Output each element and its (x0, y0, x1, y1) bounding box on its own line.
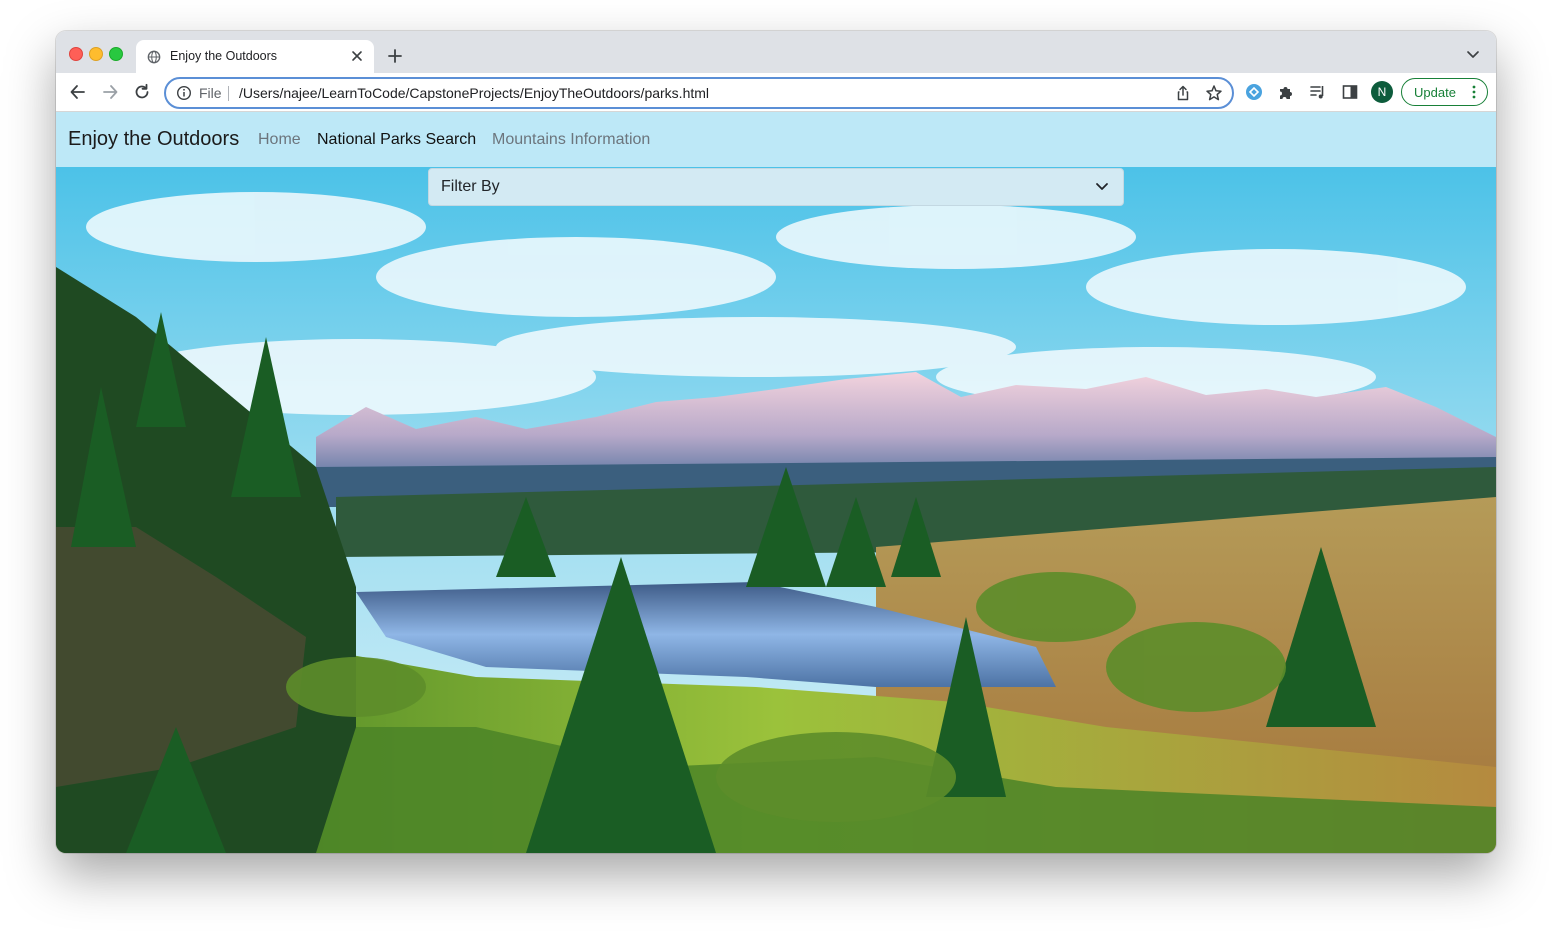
scheme-label: File (199, 85, 222, 101)
brand-link[interactable]: Enjoy the Outdoors (68, 128, 239, 151)
tab-active[interactable]: Enjoy the Outdoors (136, 40, 374, 73)
close-window-button[interactable] (69, 47, 83, 61)
browser-window: Enjoy the Outdoors File /Users/najee/Lea… (56, 31, 1496, 853)
address-bar[interactable]: File /Users/najee/LearnToCode/CapstonePr… (164, 77, 1234, 109)
plus-icon[interactable] (386, 47, 404, 65)
share-icon[interactable] (1174, 84, 1192, 102)
media-playlist-icon[interactable] (1308, 82, 1328, 102)
omnibox-divider (228, 86, 229, 101)
chevron-down-icon (1096, 183, 1108, 190)
info-icon[interactable] (176, 85, 192, 101)
forward-arrow-icon[interactable] (100, 82, 120, 102)
close-icon[interactable] (350, 49, 364, 63)
filter-by-select[interactable]: Filter By (428, 168, 1124, 206)
back-arrow-icon[interactable] (68, 82, 88, 102)
filter-selected-value: Filter By (441, 178, 500, 195)
kebab-menu-icon[interactable] (1472, 85, 1476, 99)
globe-icon (147, 50, 161, 64)
nav-link-mountains-information[interactable]: Mountains Information (492, 131, 650, 149)
tab-title: Enjoy the Outdoors (170, 49, 278, 63)
update-label: Update (1414, 85, 1456, 100)
zoom-window-button[interactable] (109, 47, 123, 61)
nav-link-national-parks-search[interactable]: National Parks Search (317, 131, 476, 149)
extension-badge-icon[interactable] (1244, 82, 1264, 102)
star-icon[interactable] (1205, 84, 1223, 102)
browser-toolbar: File /Users/najee/LearnToCode/CapstonePr… (56, 73, 1496, 112)
puzzle-icon[interactable] (1276, 82, 1296, 102)
hero-landscape-image (56, 167, 1496, 853)
url-text[interactable]: /Users/najee/LearnToCode/CapstoneProject… (239, 85, 709, 101)
page-viewport: Enjoy the Outdoors Home National Parks S… (56, 112, 1496, 853)
avatar[interactable]: N (1371, 81, 1393, 103)
site-navbar: Enjoy the Outdoors Home National Parks S… (56, 112, 1496, 167)
tab-strip: Enjoy the Outdoors (56, 31, 1496, 73)
side-panel-icon[interactable] (1340, 82, 1360, 102)
minimize-window-button[interactable] (89, 47, 103, 61)
nav-link-home[interactable]: Home (258, 131, 301, 149)
update-button[interactable]: Update (1401, 78, 1488, 106)
reload-icon[interactable] (132, 82, 152, 102)
chevron-down-icon[interactable] (1466, 50, 1480, 60)
